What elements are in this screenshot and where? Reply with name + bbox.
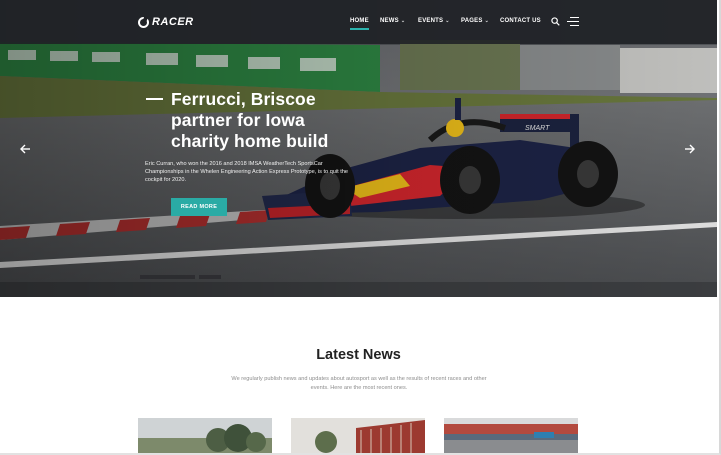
nav-home-label: HOME: [350, 18, 369, 24]
nav-item-news[interactable]: NEWS ⌄: [380, 18, 405, 24]
read-more-button[interactable]: READ MORE: [171, 198, 227, 216]
news-card-image: [291, 418, 425, 453]
news-card-image: [138, 418, 272, 453]
logo-text: RACER: [152, 16, 194, 28]
chevron-down-icon: ⌄: [400, 18, 406, 24]
news-card[interactable]: [444, 418, 578, 453]
slide-indicator[interactable]: [140, 275, 195, 279]
latest-news-subtitle: We regularly publish news and updates ab…: [231, 376, 487, 391]
news-card-row: [0, 418, 717, 453]
arrow-right-icon[interactable]: [684, 143, 696, 155]
news-card-image: [444, 418, 578, 453]
hero-headline: Ferrucci, Briscoe partner for Iowa chari…: [171, 89, 329, 151]
news-card[interactable]: [291, 418, 425, 453]
nav-news-label: NEWS: [380, 18, 399, 24]
site-logo[interactable]: RACER: [138, 16, 194, 28]
latest-news-title: Latest News: [316, 347, 401, 363]
racer-logo-icon: [138, 16, 149, 28]
nav-pages-label: PAGES: [461, 18, 483, 24]
hero-lede: Eric Curran, who won the 2016 and 2018 I…: [145, 161, 349, 183]
nav-item-contact-us[interactable]: CONTACT US: [500, 18, 541, 24]
nav-item-home[interactable]: HOME: [350, 18, 369, 30]
chevron-down-icon: ⌄: [484, 18, 489, 24]
nav-item-events[interactable]: EVENTS ⌄: [418, 18, 450, 24]
nav-item-pages[interactable]: PAGES ⌄: [461, 18, 489, 24]
slide-indicator[interactable]: [199, 275, 221, 279]
search-icon[interactable]: [551, 17, 560, 26]
arrow-left-icon[interactable]: [19, 143, 31, 155]
hero-slider: SMART RACER HOME NEWS⌄ EVENTS⌄ PAGES⌄ CO…: [0, 0, 717, 297]
nav-events-label: EVENTS: [418, 18, 444, 24]
slider-pagination: [140, 275, 221, 279]
news-card[interactable]: [138, 418, 272, 453]
headline-accent-line: [146, 98, 163, 100]
chevron-down-icon: ⌄: [445, 18, 450, 24]
nav-contact-label: CONTACT US: [500, 18, 541, 24]
hamburger-menu-icon[interactable]: [567, 16, 579, 27]
